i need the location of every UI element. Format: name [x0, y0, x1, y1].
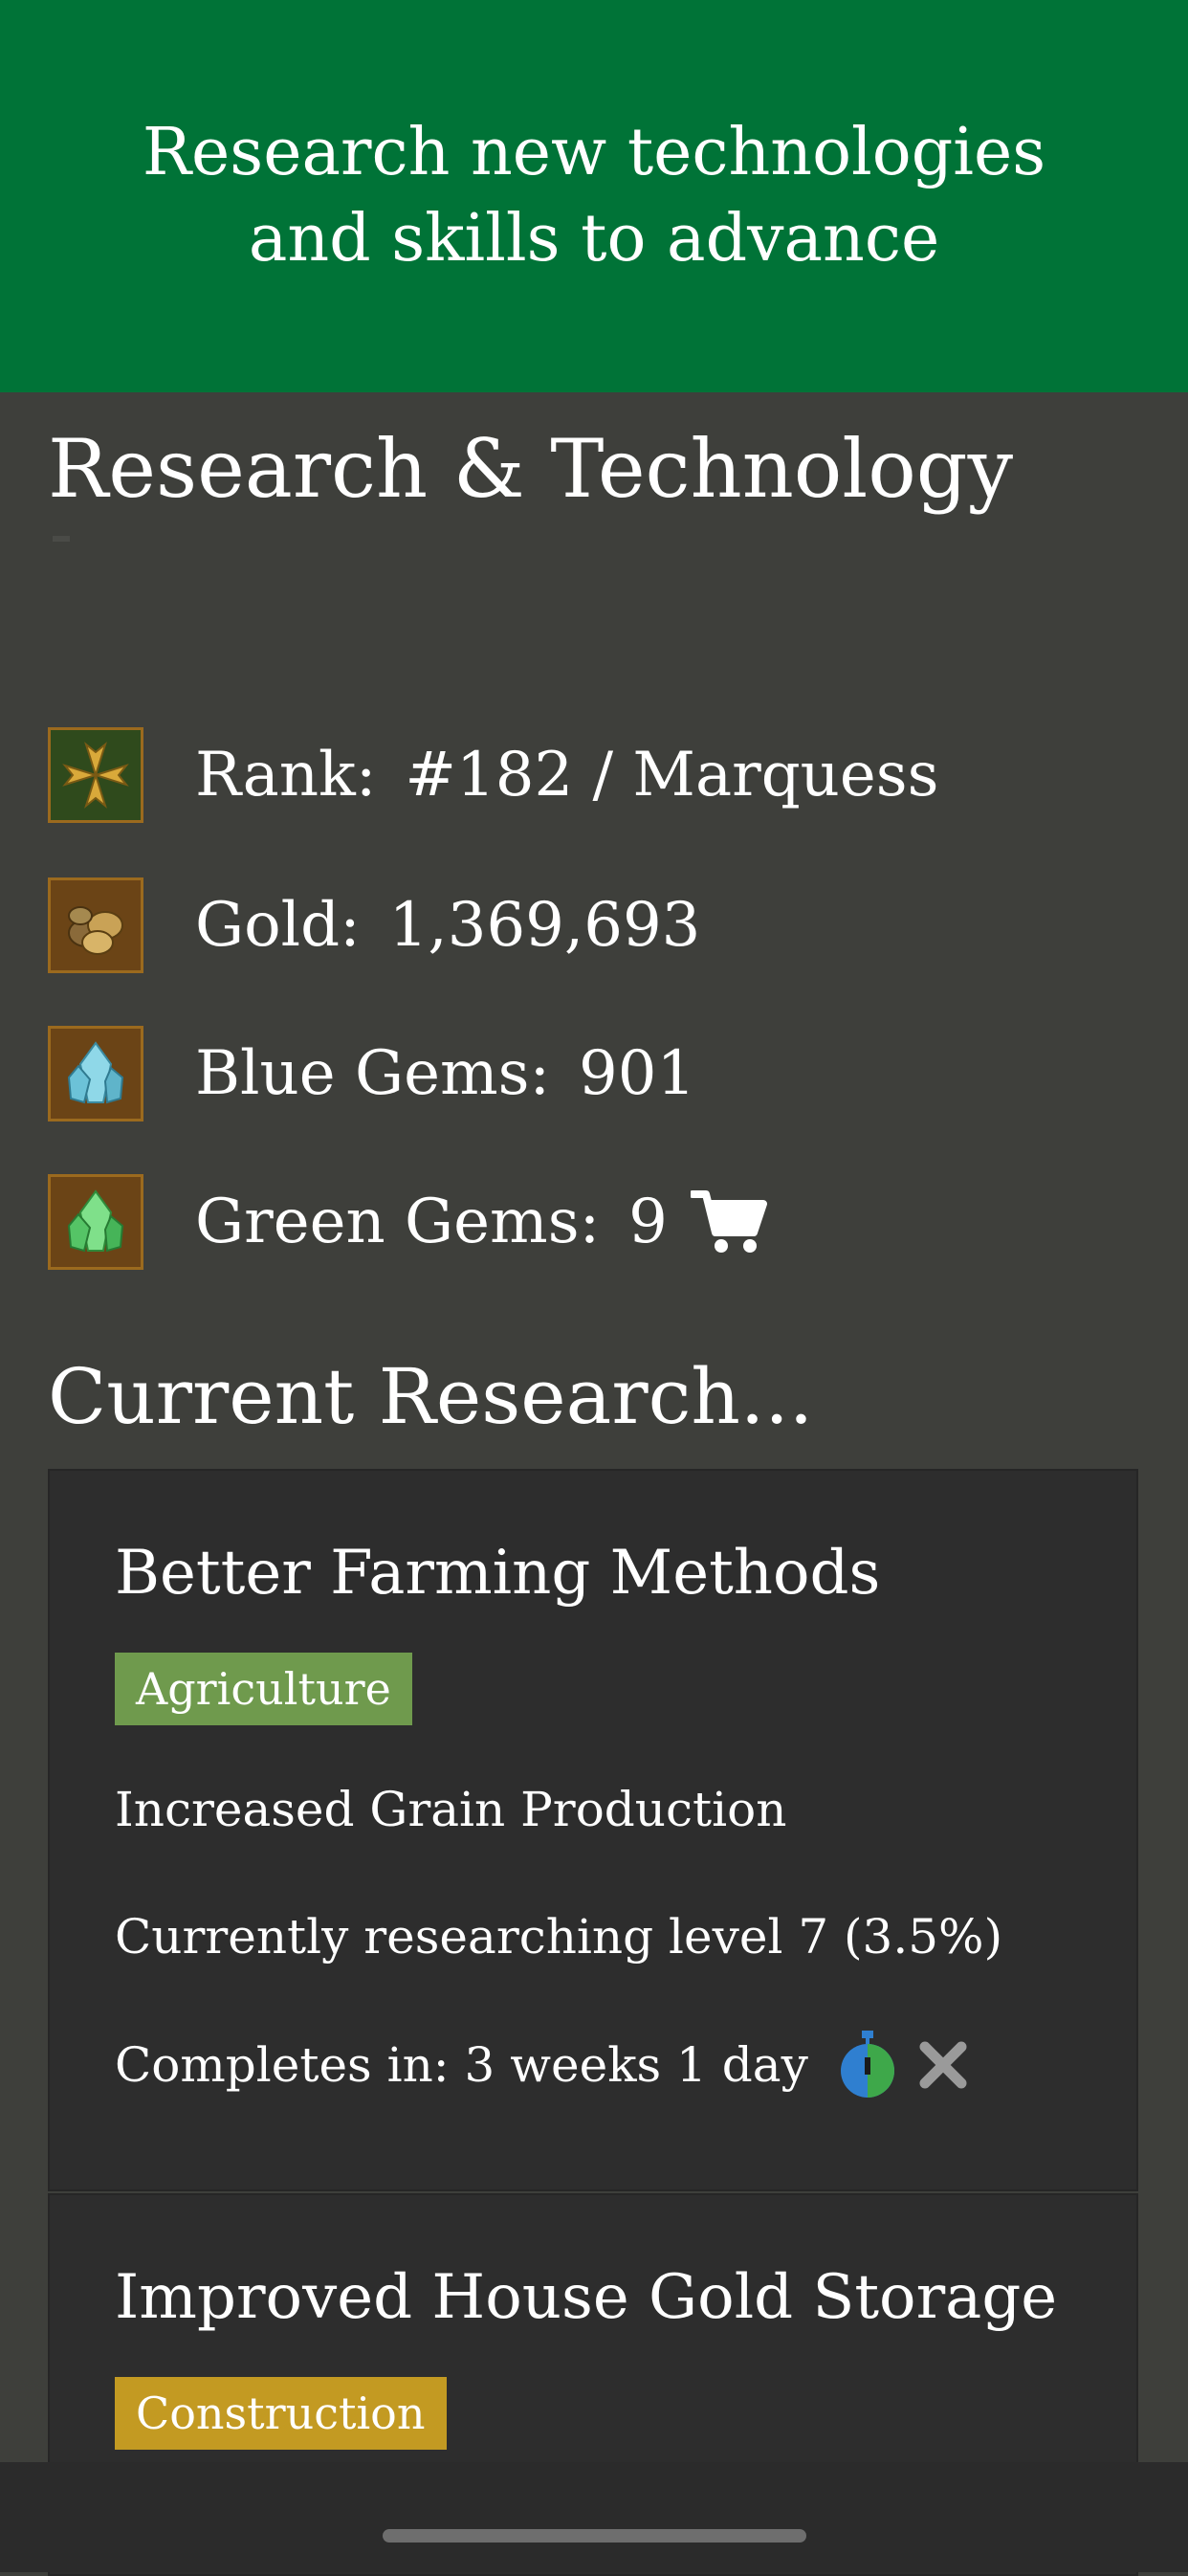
research-card[interactable]: Better Farming Methods Agriculture Incre… — [48, 1469, 1138, 2191]
stat-label: Blue Gems: — [195, 1038, 551, 1109]
stat-value: 9 — [628, 1187, 668, 1257]
research-title: Better Farming Methods — [115, 1538, 881, 1609]
completion-time: Completes in: 3 weeks 1 day — [115, 2037, 808, 2093]
bottom-bar — [0, 2462, 1188, 2572]
stat-rank: Rank: #182 / Marquess — [48, 725, 938, 825]
stat-label: Rank: — [195, 740, 377, 811]
stat-label: Green Gems: — [195, 1187, 601, 1257]
category-tag: Construction — [115, 2377, 447, 2450]
promo-banner: Research new technologies and skills to … — [0, 0, 1188, 392]
cancel-icon[interactable] — [917, 2039, 969, 2091]
stat-green-gems: Green Gems: 9 — [48, 1172, 767, 1272]
stat-value: #182 / Marquess — [405, 740, 939, 811]
section-title-current-research: Current Research... — [48, 1352, 814, 1441]
stat-value: 1,369,693 — [388, 890, 701, 961]
stat-label: Gold: — [195, 890, 361, 961]
stat-blue-gems: Blue Gems: 901 — [48, 1024, 695, 1123]
blue-gem-icon — [48, 1026, 143, 1121]
page-title: Research & Technology — [48, 422, 1014, 516]
research-title: Improved House Gold Storage — [115, 2262, 1058, 2333]
divider — [53, 536, 70, 542]
banner-text: Research new technologies and skills to … — [142, 115, 1046, 277]
research-status: Currently researching level 7 (3.5%) — [115, 1909, 1003, 1965]
category-tag: Agriculture — [115, 1653, 412, 1725]
stopwatch-icon[interactable] — [837, 2031, 898, 2099]
stat-value: 901 — [579, 1038, 696, 1109]
green-gem-icon — [48, 1174, 143, 1270]
home-indicator[interactable] — [383, 2529, 806, 2543]
research-effect: Increased Grain Production — [115, 1782, 787, 1837]
completion-row: Completes in: 3 weeks 1 day — [115, 2031, 969, 2099]
gold-coins-icon — [48, 877, 143, 973]
maltese-cross-icon — [48, 727, 143, 823]
shopping-cart-icon[interactable] — [690, 1188, 767, 1255]
stat-gold: Gold: 1,369,693 — [48, 876, 700, 975]
